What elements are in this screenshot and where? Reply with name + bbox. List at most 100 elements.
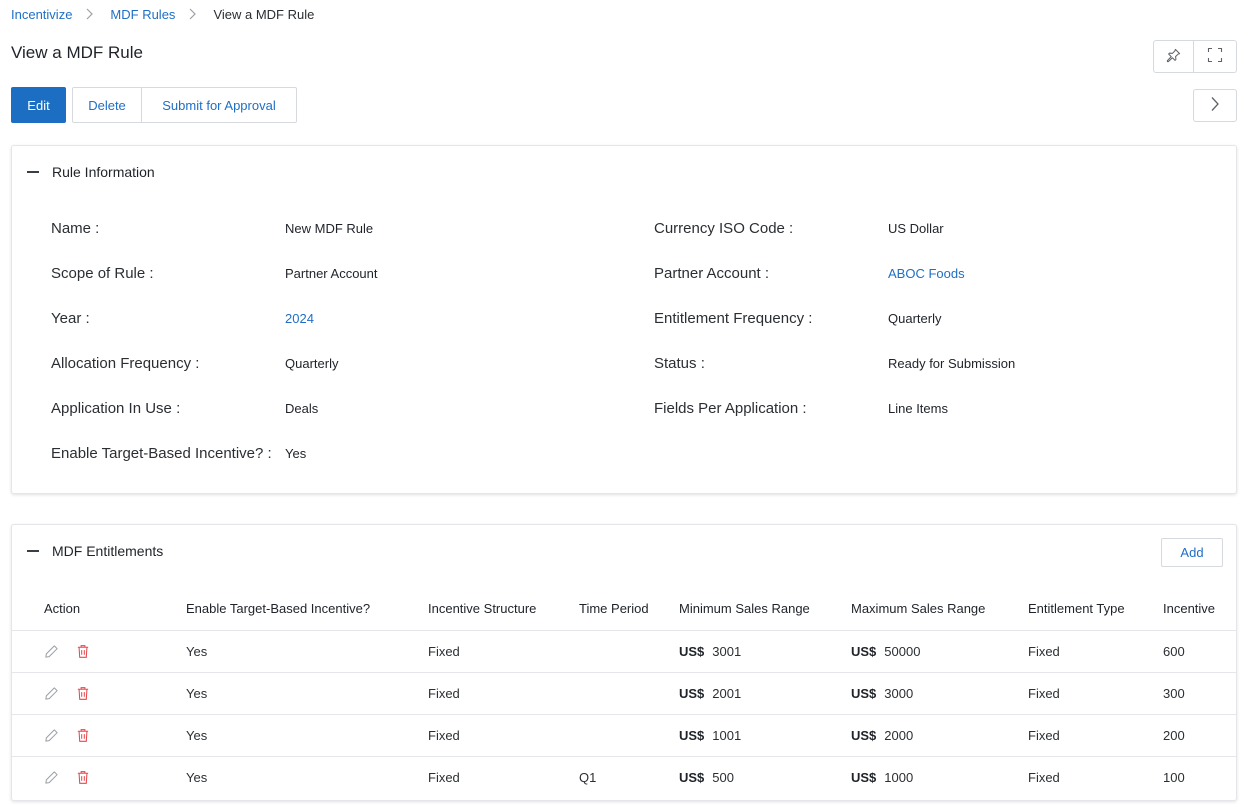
- table-row: Yes Fixed Q1 US$ 500 US$ 1000 Fixed 100: [12, 757, 1236, 799]
- field-label-year: Year :: [51, 310, 90, 327]
- pencil-icon[interactable]: [42, 768, 60, 786]
- currency-symbol: US$: [679, 686, 705, 701]
- collapse-icon[interactable]: [27, 171, 39, 173]
- trash-icon[interactable]: [74, 726, 92, 744]
- currency-symbol: US$: [851, 644, 877, 659]
- partner-account-link[interactable]: ABOC Foods: [888, 266, 965, 281]
- cell-entitlement-type: Fixed: [1028, 728, 1060, 743]
- trash-icon[interactable]: [74, 684, 92, 702]
- cell-incentive-structure: Fixed: [428, 686, 460, 701]
- field-value-application-in-use: Deals: [285, 401, 319, 416]
- section-title: MDF Entitlements: [52, 543, 164, 559]
- cell-entitlement-type: Fixed: [1028, 686, 1060, 701]
- field-label-status: Status :: [654, 355, 705, 372]
- field-value-enable-target: Yes: [285, 446, 307, 461]
- column-header-max-sales: Maximum Sales Range: [851, 601, 986, 616]
- cell-max-sales: US$ 50000: [851, 644, 920, 659]
- chevron-right-icon: [1210, 96, 1220, 115]
- field-label-application-in-use: Application In Use :: [51, 400, 181, 417]
- breadcrumb-current: View a MDF Rule: [213, 6, 315, 22]
- chevron-right-icon: [189, 8, 199, 20]
- cell-enable-target: Yes: [186, 770, 208, 785]
- field-value-currency: US Dollar: [888, 221, 944, 236]
- cell-min-sales: US$ 1001: [679, 728, 741, 743]
- mdf-entitlements-card: MDF Entitlements Add Action Enable Targe…: [11, 524, 1237, 801]
- min-sales-value: 1001: [712, 728, 742, 743]
- expand-button[interactable]: [1194, 40, 1237, 73]
- field-value-entitlement-frequency: Quarterly: [888, 311, 942, 326]
- field-label-partner-account: Partner Account :: [654, 265, 770, 282]
- breadcrumb-incentivize[interactable]: Incentivize: [11, 7, 72, 22]
- currency-symbol: US$: [679, 770, 705, 785]
- edit-button[interactable]: Edit: [11, 87, 66, 123]
- field-value-fields-per-application: Line Items: [888, 401, 948, 416]
- field-label-entitlement-frequency: Entitlement Frequency :: [654, 310, 813, 327]
- field-value-scope: Partner Account: [285, 266, 378, 281]
- currency-symbol: US$: [679, 728, 705, 743]
- cell-time-period: Q1: [579, 770, 597, 785]
- chevron-right-icon: [86, 8, 96, 20]
- table-header: Action Enable Target-Based Incentive? In…: [12, 587, 1236, 631]
- cell-incentive: 300: [1163, 686, 1185, 701]
- cell-incentive-structure: Fixed: [428, 770, 460, 785]
- currency-symbol: US$: [851, 728, 877, 743]
- add-entitlement-button[interactable]: Add: [1161, 538, 1223, 567]
- cell-max-sales: US$ 3000: [851, 686, 913, 701]
- field-label-fields-per-application: Fields Per Application :: [654, 400, 807, 417]
- field-label-name: Name :: [51, 220, 100, 237]
- breadcrumb: Incentivize MDF Rules View a MDF Rule: [11, 5, 314, 23]
- year-link[interactable]: 2024: [285, 311, 314, 326]
- pin-button[interactable]: [1153, 40, 1194, 73]
- table-row: Yes Fixed US$ 3001 US$ 50000 Fixed 600: [12, 631, 1236, 673]
- cell-enable-target: Yes: [186, 644, 208, 659]
- max-sales-value: 50000: [884, 644, 921, 659]
- pin-icon: [1166, 48, 1181, 66]
- cell-incentive-structure: Fixed: [428, 644, 460, 659]
- delete-button[interactable]: Delete: [73, 88, 141, 122]
- trash-icon[interactable]: [74, 768, 92, 786]
- field-value-name: New MDF Rule: [285, 221, 374, 236]
- field-label-enable-target: Enable Target-Based Incentive? :: [51, 445, 272, 462]
- max-sales-value: 2000: [884, 728, 914, 743]
- pencil-icon[interactable]: [42, 642, 60, 660]
- submit-for-approval-button[interactable]: Submit for Approval: [141, 88, 296, 122]
- min-sales-value: 3001: [712, 644, 742, 659]
- cell-incentive: 100: [1163, 770, 1185, 785]
- column-header-incentive-structure: Incentive Structure: [428, 601, 537, 616]
- section-title: Rule Information: [52, 164, 155, 180]
- next-button[interactable]: [1193, 89, 1237, 122]
- cell-enable-target: Yes: [186, 728, 208, 743]
- column-header-action: Action: [44, 601, 81, 616]
- cell-entitlement-type: Fixed: [1028, 770, 1060, 785]
- column-header-min-sales: Minimum Sales Range: [679, 601, 810, 616]
- max-sales-value: 1000: [884, 770, 914, 785]
- currency-symbol: US$: [851, 770, 877, 785]
- rule-information-header[interactable]: Rule Information: [27, 164, 155, 180]
- breadcrumb-mdf-rules[interactable]: MDF Rules: [110, 7, 175, 22]
- field-label-currency: Currency ISO Code :: [654, 220, 794, 237]
- cell-max-sales: US$ 2000: [851, 728, 913, 743]
- min-sales-value: 2001: [712, 686, 742, 701]
- action-button-group: Delete Submit for Approval: [72, 87, 297, 123]
- field-value-status: Ready for Submission: [888, 356, 1016, 371]
- pencil-icon[interactable]: [42, 726, 60, 744]
- cell-incentive: 600: [1163, 644, 1185, 659]
- column-header-entitlement-type: Entitlement Type: [1028, 601, 1125, 616]
- action-bar: Edit Delete Submit for Approval: [11, 87, 297, 123]
- pencil-icon[interactable]: [42, 684, 60, 702]
- table-row: Yes Fixed US$ 1001 US$ 2000 Fixed 200: [12, 715, 1236, 757]
- cell-max-sales: US$ 1000: [851, 770, 913, 785]
- currency-symbol: US$: [679, 644, 705, 659]
- expand-icon: [1207, 47, 1223, 66]
- cell-min-sales: US$ 500: [679, 770, 734, 785]
- field-value-allocation-frequency: Quarterly: [285, 356, 339, 371]
- entitlements-table: Action Enable Target-Based Incentive? In…: [12, 587, 1236, 799]
- cell-incentive-structure: Fixed: [428, 728, 460, 743]
- page-title: View a MDF Rule: [11, 43, 143, 62]
- cell-min-sales: US$ 3001: [679, 644, 741, 659]
- trash-icon[interactable]: [74, 642, 92, 660]
- rule-information-card: Rule Information Name : New MDF Rule Sco…: [11, 145, 1237, 494]
- cell-min-sales: US$ 2001: [679, 686, 741, 701]
- collapse-icon[interactable]: [27, 550, 39, 552]
- mdf-entitlements-header[interactable]: MDF Entitlements: [27, 543, 163, 559]
